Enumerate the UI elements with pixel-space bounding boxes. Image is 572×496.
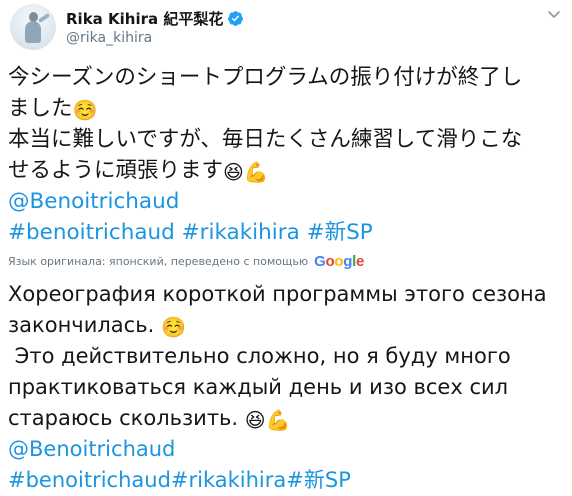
translated-line-6: @Benoitrichaud (8, 434, 564, 465)
translated-hashtags-link[interactable]: #benoitrichaud#rikakihira#新SP (8, 468, 351, 492)
translated-line-5: стараюсь скользить. 😆💪 (8, 403, 564, 434)
mention-link[interactable]: @Benoitrichaud (8, 189, 179, 214)
smiling-face-emoji-icon: ☺️ (72, 98, 98, 122)
user-names[interactable]: Rika Kihira 紀平梨花 @rika_kihira (66, 8, 244, 46)
flexed-biceps-emoji-icon: 💪 (265, 408, 291, 432)
original-text-2: ました (8, 96, 73, 121)
avatar-figure-arm (37, 12, 51, 24)
tweet: Rika Kihira 紀平梨花 @rika_kihira 今シーズンのショート… (0, 0, 572, 492)
original-line-6: #benoitrichaud #rikakihira #新SP (8, 217, 564, 248)
display-name[interactable]: Rika Kihira 紀平梨花 (66, 8, 223, 29)
translated-text-4: практиковаться каждый день и изо всех си… (8, 375, 509, 399)
tweet-translated-text: Хореография короткой программы этого сез… (8, 279, 564, 496)
translated-mention-link[interactable]: @Benoitrichaud (8, 437, 175, 461)
original-text-4: せるように頑張ります (8, 158, 224, 183)
smiling-face-emoji-icon: ☺️ (160, 315, 186, 339)
translated-text-5: стараюсь скользить. (8, 406, 239, 430)
translated-line-2: закончилась. ☺️ (8, 310, 564, 341)
original-line-1: 今シーズンのショートプログラムの振り付けが終了し (8, 62, 564, 93)
translated-line-4: практиковаться каждый день и изо всех си… (8, 372, 564, 403)
tweet-header: Rika Kihira 紀平梨花 @rika_kihira (8, 2, 564, 50)
original-line-5: @Benoitrichaud (8, 186, 564, 217)
translated-line-3: Это действительно сложно, но я буду мног… (8, 341, 564, 372)
verified-badge-icon (228, 10, 244, 26)
translated-text-3: Это действительно сложно, но я буду мног… (8, 344, 511, 368)
grinning-squinting-face-emoji-icon: 😆 (223, 160, 244, 184)
original-line-4: せるように頑張ります😆💪 (8, 155, 564, 186)
original-text-1: 今シーズンのショートプログラムの振り付けが終了し (8, 65, 523, 90)
translated-line-7: #benoitrichaud#rikakihira#新SP (8, 465, 564, 496)
display-name-row: Rika Kihira 紀平梨花 (66, 8, 244, 28)
flexed-biceps-emoji-icon: 💪 (243, 160, 269, 184)
translated-text-2: закончилась. (8, 313, 155, 337)
original-line-2: ました☺️ (8, 93, 564, 124)
original-line-3: 本当に難しいですが、毎日たくさん練習して滑りこな (8, 124, 564, 155)
hashtag-link-rikakihira[interactable]: #rikakihira (182, 220, 300, 245)
user-handle[interactable]: @rika_kihira (66, 30, 244, 46)
original-text-3: 本当に難しいですが、毎日たくさん練習して滑りこな (8, 127, 523, 152)
tweet-original-text: 今シーズンのショートプログラムの振り付けが終了し ました☺️ 本当に難しいですが… (8, 62, 564, 248)
chevron-down-icon[interactable] (546, 6, 562, 22)
translation-note-text: Язык оригинала: японский, переведено с п… (8, 254, 309, 268)
translated-text-1: Хореография короткой программы этого сез… (8, 282, 547, 306)
avatar-figure-body (25, 21, 41, 43)
hashtag-link-new-sp[interactable]: #新SP (307, 220, 373, 245)
google-logo[interactable]: Google (314, 253, 364, 270)
grinning-squinting-face-emoji-icon: 😆 (244, 408, 266, 432)
avatar[interactable] (10, 4, 56, 50)
translated-line-1: Хореография короткой программы этого сез… (8, 279, 564, 310)
hashtag-link-benoitrichaud[interactable]: #benoitrichaud (8, 220, 175, 245)
translation-attribution: Язык оригинала: японский, переведено с п… (8, 252, 364, 270)
